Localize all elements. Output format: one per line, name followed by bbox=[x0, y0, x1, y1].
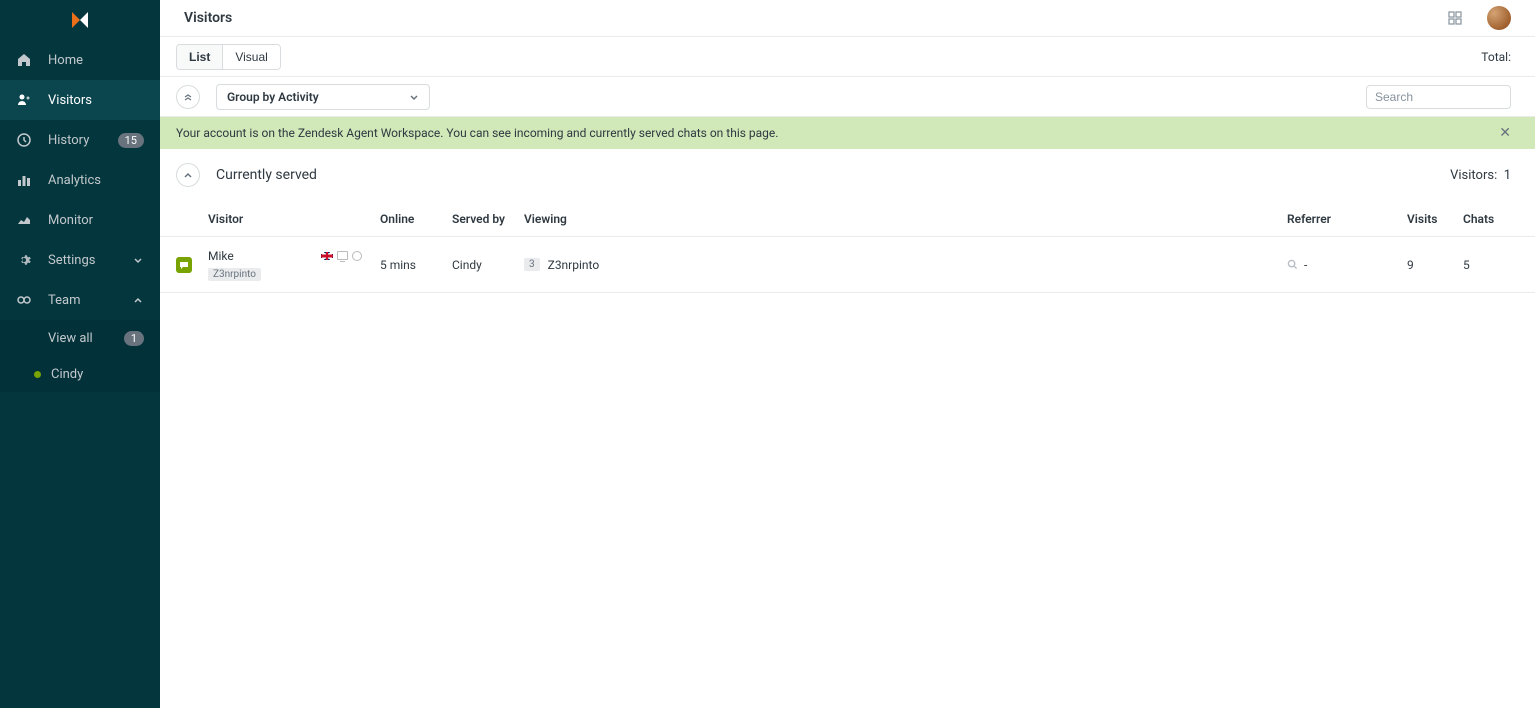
browser-icon bbox=[352, 251, 362, 261]
col-referrer: Referrer bbox=[1287, 212, 1407, 226]
sidebar-item-label: Visitors bbox=[48, 93, 144, 108]
info-banner: Your account is on the Zendesk Agent Wor… bbox=[160, 117, 1535, 149]
sidebar-item-label: Monitor bbox=[48, 213, 144, 228]
avatar[interactable] bbox=[1487, 6, 1511, 30]
nav-list: Home Visitors History 15 Analytics Monit… bbox=[0, 40, 160, 320]
sidebar-item-label: Analytics bbox=[48, 173, 144, 188]
sidebar-item-settings[interactable]: Settings bbox=[0, 240, 160, 280]
sidebar-item-analytics[interactable]: Analytics bbox=[0, 160, 160, 200]
visual-view-button[interactable]: Visual bbox=[223, 45, 279, 69]
total-label: Total: bbox=[1481, 50, 1511, 64]
team-subnav: View all 1 Cindy bbox=[0, 320, 160, 392]
sidebar-item-monitor[interactable]: Monitor bbox=[0, 200, 160, 240]
served-by-cell: Cindy bbox=[452, 258, 524, 272]
status-dot-icon bbox=[34, 371, 41, 378]
chevron-down-icon bbox=[132, 254, 144, 266]
search-input[interactable] bbox=[1366, 85, 1511, 109]
col-chats: Chats bbox=[1463, 212, 1511, 226]
toolbar: List Visual Total: bbox=[160, 37, 1535, 77]
table-header-row: Visitor Online Served by Viewing Referre… bbox=[160, 201, 1535, 237]
double-chevron-up-icon bbox=[183, 92, 193, 102]
close-icon[interactable]: ✕ bbox=[1499, 125, 1511, 141]
sidebar-item-history[interactable]: History 15 bbox=[0, 120, 160, 160]
gear-icon bbox=[16, 252, 32, 268]
list-view-button[interactable]: List bbox=[177, 45, 223, 69]
section-title: Currently served bbox=[216, 167, 1434, 183]
viewing-page: Z3nrpinto bbox=[548, 258, 600, 272]
subnav-view-all[interactable]: View all 1 bbox=[0, 320, 160, 356]
visitor-tag: Z3nrpinto bbox=[208, 268, 261, 281]
sidebar-item-label: Settings bbox=[48, 253, 132, 268]
visitor-name: Mike bbox=[208, 249, 234, 263]
visitor-cell: Mike Z3nrpinto bbox=[208, 249, 380, 281]
subnav-label: View all bbox=[48, 331, 93, 346]
history-badge: 15 bbox=[118, 133, 144, 148]
sidebar: Home Visitors History 15 Analytics Monit… bbox=[0, 0, 160, 708]
visitors-count: Visitors: 1 bbox=[1450, 168, 1511, 183]
sidebar-item-label: Home bbox=[48, 53, 144, 68]
col-visitor: Visitor bbox=[208, 212, 380, 226]
home-icon bbox=[16, 52, 32, 68]
col-visits: Visits bbox=[1407, 212, 1463, 226]
visitors-table: Visitor Online Served by Viewing Referre… bbox=[160, 201, 1535, 293]
chevron-up-icon bbox=[132, 294, 144, 306]
logo-icon bbox=[68, 8, 92, 32]
col-online: Online bbox=[380, 212, 452, 226]
referrer-value: - bbox=[1304, 258, 1307, 272]
viewing-cell: 3 Z3nrpinto bbox=[524, 258, 1287, 272]
table-row[interactable]: Mike Z3nrpinto 5 mins Cindy 3 bbox=[160, 237, 1535, 293]
group-by-label: Group by Activity bbox=[227, 90, 319, 104]
chevron-down-icon bbox=[409, 92, 419, 102]
visitors-icon bbox=[16, 92, 32, 108]
sidebar-item-label: Team bbox=[48, 293, 132, 308]
col-viewing: Viewing bbox=[524, 212, 1287, 226]
page-count-badge: 3 bbox=[524, 258, 540, 271]
agent-name: Cindy bbox=[51, 367, 83, 382]
history-icon bbox=[16, 132, 32, 148]
chats-cell: 5 bbox=[1463, 258, 1511, 272]
analytics-icon bbox=[16, 172, 32, 188]
page-title: Visitors bbox=[184, 10, 1447, 26]
online-cell: 5 mins bbox=[380, 258, 452, 272]
visits-cell: 9 bbox=[1407, 258, 1463, 272]
chevron-up-icon bbox=[183, 170, 193, 180]
section-header: Currently served Visitors: 1 bbox=[160, 149, 1535, 201]
main: Visitors List Visual Total: Group by Act… bbox=[160, 0, 1535, 708]
group-by-select[interactable]: Group by Activity bbox=[216, 84, 430, 110]
sidebar-item-label: History bbox=[48, 133, 118, 148]
referrer-cell: - bbox=[1287, 258, 1407, 272]
collapse-all-button[interactable] bbox=[176, 85, 200, 109]
sidebar-item-home[interactable]: Home bbox=[0, 40, 160, 80]
banner-message: Your account is on the Zendesk Agent Wor… bbox=[176, 126, 1499, 140]
logo[interactable] bbox=[0, 0, 160, 40]
collapse-section-button[interactable] bbox=[176, 163, 200, 187]
team-icon bbox=[16, 292, 32, 308]
monitor-icon bbox=[16, 212, 32, 228]
subnav-agent-cindy[interactable]: Cindy bbox=[0, 356, 160, 392]
view-all-badge: 1 bbox=[124, 331, 144, 346]
sidebar-item-team[interactable]: Team bbox=[0, 280, 160, 320]
topbar: Visitors bbox=[160, 0, 1535, 37]
sidebar-item-visitors[interactable]: Visitors bbox=[0, 80, 160, 120]
col-served: Served by bbox=[452, 212, 524, 226]
view-toggle: List Visual bbox=[176, 44, 281, 70]
flag-icon bbox=[321, 252, 333, 260]
chat-status-icon bbox=[176, 257, 192, 273]
apps-grid-icon[interactable] bbox=[1447, 10, 1463, 26]
visitor-meta-icons bbox=[321, 251, 362, 261]
device-icon bbox=[337, 251, 348, 260]
search-icon bbox=[1287, 259, 1298, 270]
controls-row: Group by Activity bbox=[160, 77, 1535, 117]
